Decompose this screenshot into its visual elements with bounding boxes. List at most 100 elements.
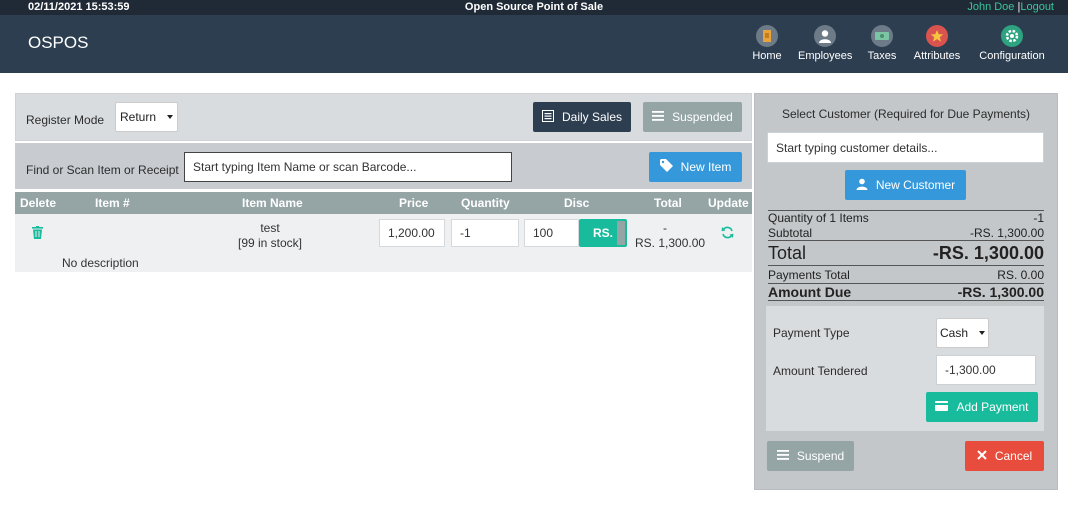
payments-total-row: Payments Total RS. 0.00	[768, 268, 1044, 282]
new-item-label: New Item	[680, 160, 732, 174]
register-mode-label: Register Mode	[26, 113, 105, 127]
toggle-handle[interactable]	[617, 221, 625, 245]
customer-search-input[interactable]: Start typing customer details...	[767, 132, 1044, 163]
total-label: Total	[768, 243, 807, 263]
suspend-label: Suspend	[796, 449, 845, 463]
item-search-placeholder: Start typing Item Name or scan Barcode..…	[193, 160, 417, 174]
cart-table-header: Delete Item # Item Name Price Quantity D…	[15, 192, 752, 214]
item-stock: [99 in stock]	[237, 236, 303, 250]
nav-employees[interactable]: Employees	[798, 25, 852, 62]
close-icon	[977, 449, 987, 463]
col-item-number: Item #	[95, 196, 130, 210]
item-name[interactable]: test	[230, 221, 310, 235]
tag-icon	[659, 159, 673, 175]
nav-configuration[interactable]: Configuration	[977, 25, 1047, 62]
amount-due-label: Amount Due	[768, 284, 852, 300]
amount-due-value: -RS. 1,300.00	[957, 284, 1044, 300]
subtotal-row: Subtotal -RS. 1,300.00	[768, 226, 1044, 240]
discount-input[interactable]: 100	[524, 219, 579, 247]
subtotal-label: Subtotal	[768, 226, 813, 240]
credit-card-icon	[935, 400, 949, 414]
subtotal-value: -RS. 1,300.00	[969, 226, 1044, 240]
quantity-input[interactable]: -1	[451, 219, 519, 247]
select-customer-title: Select Customer (Required for Due Paymen…	[781, 107, 1031, 121]
price-value: 1,200.00	[388, 226, 435, 240]
price-input[interactable]: 1,200.00	[379, 219, 445, 247]
nav-taxes[interactable]: Taxes	[866, 25, 898, 62]
new-customer-label: New Customer	[875, 178, 956, 192]
col-item-name: Item Name	[242, 196, 303, 210]
add-payment-button[interactable]: Add Payment	[926, 392, 1038, 422]
add-payment-label: Add Payment	[956, 400, 1029, 414]
nav-attributes[interactable]: Attributes	[911, 25, 963, 62]
user-icon	[856, 178, 868, 193]
quantity-label: Quantity of 1 Items	[768, 211, 869, 225]
daily-sales-button[interactable]: Daily Sales	[533, 102, 631, 132]
register-mode-dropdown[interactable]: Return	[115, 102, 178, 132]
col-quantity: Quantity	[461, 196, 510, 210]
configuration-icon	[1001, 25, 1023, 47]
main-navbar: OSPOS Home Employees Taxes Attributes Co…	[0, 15, 1068, 73]
quantity-row: Quantity of 1 Items -1	[768, 210, 1044, 225]
payments-total-label: Payments Total	[768, 268, 850, 282]
register-mode-value: Return	[119, 110, 157, 124]
refresh-icon[interactable]	[721, 226, 734, 242]
quantity-value: -1	[1033, 211, 1044, 225]
total-value: -RS. 1,300.00	[932, 243, 1044, 263]
total-dash: -	[663, 221, 667, 235]
cancel-button[interactable]: Cancel	[965, 441, 1044, 471]
suspend-button[interactable]: Suspend	[767, 441, 854, 471]
home-icon	[756, 25, 778, 47]
employees-icon	[814, 25, 836, 47]
item-description: No description	[62, 256, 139, 270]
cancel-label: Cancel	[994, 449, 1033, 463]
attributes-icon	[926, 25, 948, 47]
top-bar: 02/11/2021 15:53:59 Open Source Point of…	[0, 0, 1068, 15]
nav-home[interactable]: Home	[752, 25, 782, 62]
amount-tendered-input[interactable]: -1,300.00	[936, 355, 1036, 385]
col-price: Price	[399, 196, 429, 210]
list-icon	[541, 109, 554, 125]
nav-label-home: Home	[752, 50, 782, 62]
nav-label-configuration: Configuration	[979, 50, 1045, 62]
discount-type-toggle[interactable]: RS.	[579, 219, 627, 247]
payment-type-value: Cash	[939, 326, 968, 340]
suspended-button[interactable]: Suspended	[643, 102, 742, 132]
trash-icon[interactable]	[32, 226, 43, 242]
item-search-input[interactable]: Start typing Item Name or scan Barcode..…	[184, 152, 512, 182]
daily-sales-label: Daily Sales	[561, 110, 623, 124]
nav-label-attributes: Attributes	[913, 50, 961, 62]
payment-type-label: Payment Type	[773, 326, 850, 340]
menu-icon	[776, 449, 789, 463]
amount-due-row: Amount Due -RS. 1,300.00	[768, 283, 1044, 301]
amount-tendered-label: Amount Tendered	[773, 364, 868, 378]
brand-logo[interactable]: OSPOS	[28, 33, 88, 53]
total-row: Total -RS. 1,300.00	[768, 240, 1044, 266]
taxes-icon	[871, 25, 893, 47]
discount-type-label: RS.	[592, 226, 613, 240]
quantity-value: -1	[460, 226, 471, 240]
payments-total-value: RS. 0.00	[997, 268, 1044, 282]
amount-tendered-value: -1,300.00	[945, 363, 996, 377]
col-discount: Disc	[564, 196, 590, 210]
col-total: Total	[654, 196, 682, 210]
payment-type-dropdown[interactable]: Cash	[936, 318, 989, 348]
new-item-button[interactable]: New Item	[649, 152, 742, 182]
chevron-down-icon	[167, 115, 174, 119]
customer-search-placeholder: Start typing customer details...	[776, 140, 938, 155]
user-link[interactable]: John Doe	[967, 1, 1014, 13]
app-title: Open Source Point of Sale	[464, 1, 604, 13]
nav-label-taxes: Taxes	[867, 50, 897, 62]
discount-value: 100	[533, 226, 554, 240]
suspended-label: Suspended	[672, 110, 733, 124]
menu-icon	[652, 110, 665, 124]
logout-link[interactable]: Logout	[1020, 1, 1054, 13]
find-item-label: Find or Scan Item or Receipt	[26, 163, 179, 177]
new-customer-button[interactable]: New Customer	[845, 170, 966, 200]
col-update: Update	[708, 196, 749, 210]
chevron-down-icon	[979, 331, 985, 335]
item-total: RS. 1,300.00	[635, 236, 706, 250]
user-area: John Doe |Logout	[967, 1, 1054, 13]
col-delete: Delete	[20, 196, 57, 210]
nav-label-employees: Employees	[798, 50, 853, 62]
